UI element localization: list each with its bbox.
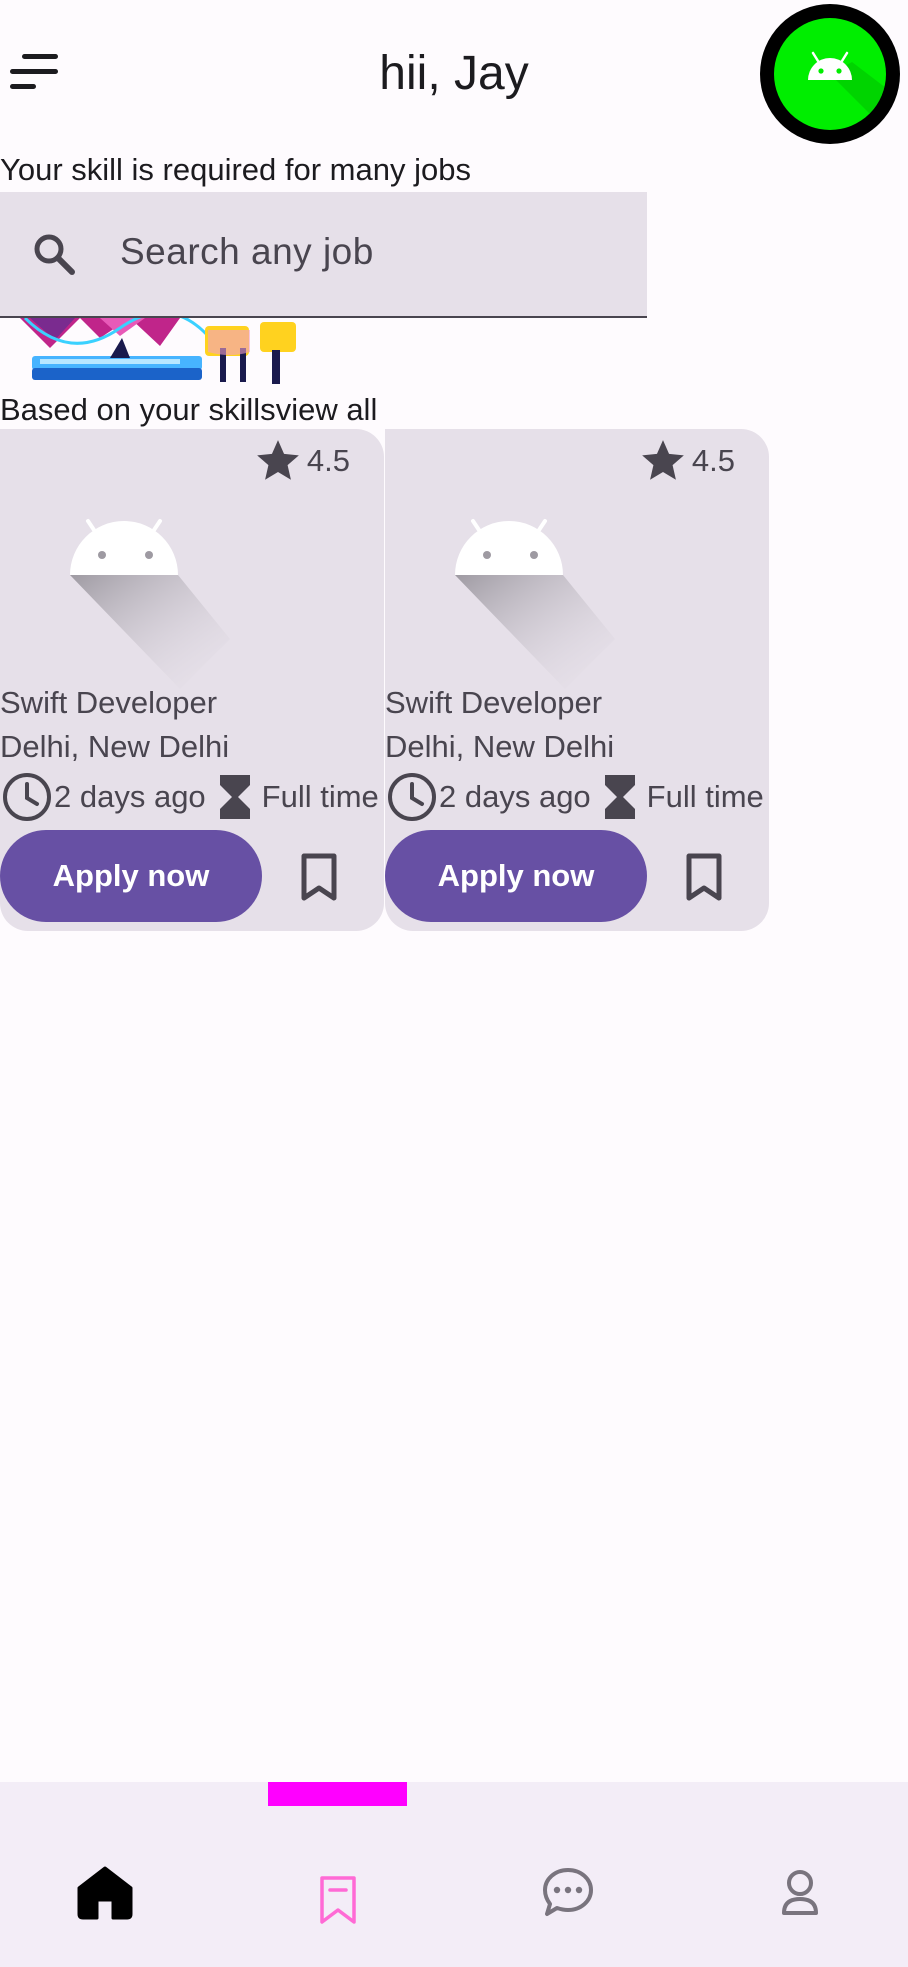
job-title: Swift Developer — [0, 685, 218, 720]
android-icon — [808, 51, 886, 130]
bookmark-icon — [686, 853, 722, 901]
chat-icon — [543, 1868, 593, 1916]
profile-icon — [782, 1870, 818, 1915]
search-bar[interactable] — [0, 192, 647, 318]
subtitle: Your skill is required for many jobs — [0, 152, 471, 187]
clock-icon — [3, 773, 51, 821]
bookmark-icon — [301, 853, 337, 901]
home-icon — [77, 1866, 133, 1920]
job-location: Delhi, New Delhi — [385, 729, 615, 764]
posted-time: 2 days ago — [54, 779, 206, 814]
company-logo-android-icon — [455, 519, 615, 689]
bookmark-icon — [320, 1876, 356, 1924]
bottom-navigation — [0, 1782, 908, 1967]
job-type: Full time — [646, 779, 764, 814]
section-title: Based on your skills — [0, 392, 276, 427]
star-icon — [642, 440, 684, 480]
company-logo-android-icon — [70, 519, 230, 689]
banner-illustration — [10, 318, 296, 384]
nav-profile[interactable] — [760, 1852, 840, 1932]
job-meta: 2 days ago Full time — [0, 767, 379, 827]
job-title: Swift Developer — [385, 685, 603, 720]
posted-time: 2 days ago — [439, 779, 591, 814]
rating: 4.5 — [253, 433, 350, 489]
avatar[interactable] — [760, 4, 900, 144]
rating-value: 4.5 — [306, 443, 350, 478]
star-icon — [257, 440, 299, 480]
clock-icon — [388, 773, 436, 821]
job-meta: 2 days ago Full time — [385, 767, 764, 827]
search-input[interactable] — [120, 222, 620, 282]
search-icon — [34, 234, 75, 275]
job-card[interactable]: 4.5 Swift Developer Delhi, New Delhi 2 d… — [0, 429, 384, 931]
job-location: Delhi, New Delhi — [0, 729, 230, 764]
job-card[interactable]: 4.5 Swift Developer Delhi, New Delhi 2 d… — [385, 429, 769, 931]
job-type: Full time — [261, 779, 379, 814]
apply-now-button[interactable]: Apply now — [0, 830, 262, 922]
view-all-link[interactable]: view all — [276, 392, 378, 427]
rating: 4.5 — [638, 433, 735, 489]
nav-home[interactable] — [65, 1852, 145, 1932]
hourglass-icon — [604, 775, 635, 819]
nav-saved[interactable] — [298, 1852, 378, 1932]
bookmark-button[interactable] — [679, 852, 729, 902]
hourglass-icon — [219, 775, 250, 819]
section-header: Based on your skillsview all — [0, 390, 377, 430]
nav-indicator — [268, 1782, 407, 1806]
bookmark-button[interactable] — [294, 852, 344, 902]
nav-messages[interactable] — [528, 1852, 608, 1932]
apply-now-button[interactable]: Apply now — [385, 830, 647, 922]
rating-value: 4.5 — [691, 443, 735, 478]
